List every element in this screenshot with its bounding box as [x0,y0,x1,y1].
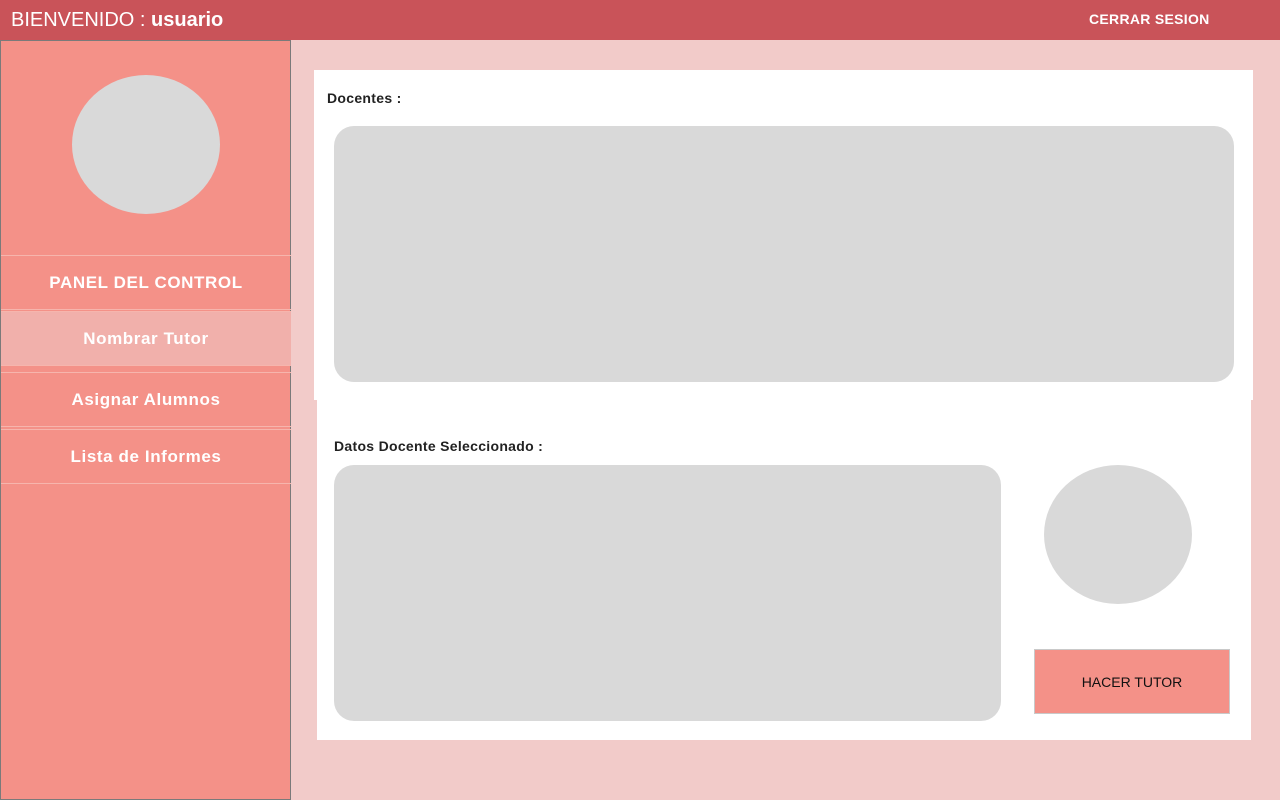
selected-docente-panel: Datos Docente Seleccionado : HACER TUTOR [317,400,1251,740]
make-tutor-button[interactable]: HACER TUTOR [1034,649,1230,714]
welcome-message: BIENVENIDO : usuario [11,9,223,31]
selected-docente-details [334,465,1001,721]
welcome-label: BIENVENIDO : [11,9,152,31]
user-avatar [72,75,220,214]
docentes-list[interactable] [334,126,1234,382]
sidebar-item-panel-del-control[interactable]: PANEL DEL CONTROL [1,255,291,310]
sidebar: PANEL DEL CONTROL Nombrar Tutor Asignar … [0,40,291,800]
docente-avatar [1044,465,1192,604]
sidebar-item-lista-de-informes[interactable]: Lista de Informes [1,429,291,484]
docentes-panel: Docentes : [314,70,1253,400]
username: usuario [151,9,224,31]
selected-docente-label: Datos Docente Seleccionado : [334,438,544,454]
sidebar-item-asignar-alumnos[interactable]: Asignar Alumnos [1,372,291,427]
top-bar: BIENVENIDO : usuario CERRAR SESION [0,0,1280,40]
docentes-label: Docentes : [327,90,402,106]
logout-button[interactable]: CERRAR SESION [1089,11,1210,27]
sidebar-item-nombrar-tutor[interactable]: Nombrar Tutor [1,311,291,366]
